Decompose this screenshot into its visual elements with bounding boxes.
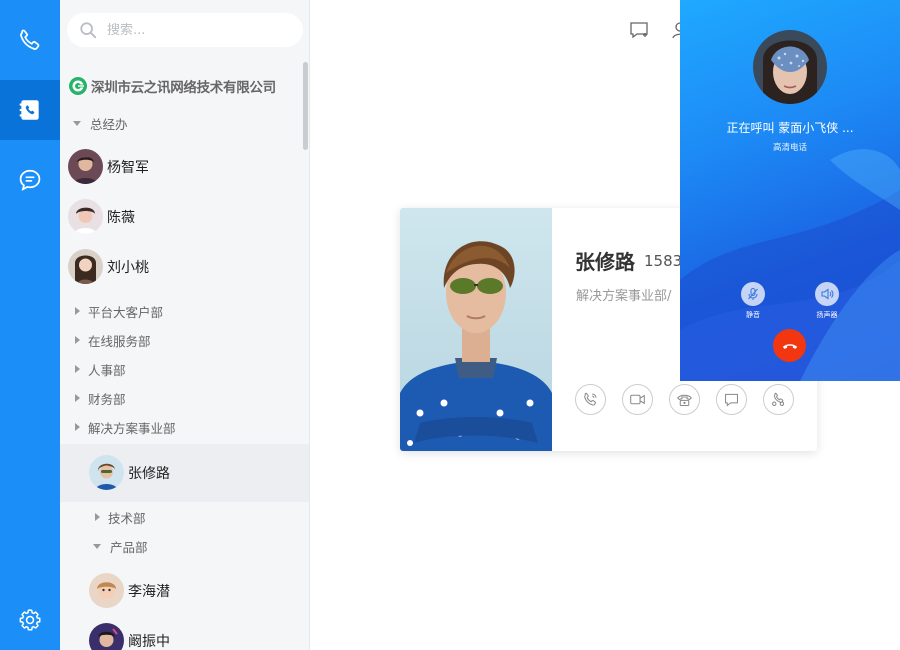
contact-dept: 解决方案事业部/ bbox=[576, 289, 672, 304]
video-call-icon bbox=[630, 394, 645, 405]
landline-icon bbox=[676, 394, 693, 406]
settings-button[interactable] bbox=[0, 590, 60, 650]
scrollbar[interactable] bbox=[303, 62, 308, 150]
nav-chat-button[interactable] bbox=[0, 150, 60, 210]
dept-label: 技术部 bbox=[108, 510, 146, 526]
hangup-button[interactable] bbox=[773, 329, 806, 362]
contact-item[interactable]: 陈薇 bbox=[68, 199, 135, 234]
collapsed-arrow-icon bbox=[95, 513, 100, 521]
collapsed-arrow-icon bbox=[75, 423, 80, 431]
speaker-button[interactable] bbox=[815, 282, 839, 306]
dept-item[interactable]: 解决方案事业部 bbox=[73, 417, 176, 437]
collapsed-arrow-icon bbox=[75, 307, 80, 315]
collapsed-arrow-icon bbox=[75, 336, 80, 344]
call-status: 正在呼叫 蒙面小飞侠 ... bbox=[726, 121, 854, 135]
contact-item[interactable]: 杨智军 bbox=[68, 149, 149, 184]
dept-label: 在线服务部 bbox=[88, 333, 151, 349]
dept-item[interactable]: 人事部 bbox=[73, 359, 126, 379]
speaker-icon bbox=[821, 288, 834, 300]
avatar bbox=[68, 149, 103, 184]
contact-name: 阚振中 bbox=[128, 633, 170, 650]
hangup-icon bbox=[782, 343, 797, 349]
search-icon bbox=[80, 22, 97, 39]
collapsed-arrow-icon bbox=[75, 365, 80, 373]
company-header: 深圳市云之讯网络技术有限公司 bbox=[68, 74, 276, 98]
message-icon bbox=[725, 393, 738, 407]
contacts-icon bbox=[19, 100, 39, 120]
nav-contacts-button[interactable] bbox=[0, 80, 60, 140]
mute-label: 静音 bbox=[746, 311, 760, 319]
speaker-label: 扬声器 bbox=[816, 311, 838, 319]
voice-call-icon bbox=[584, 392, 597, 406]
conference-icon bbox=[772, 392, 785, 406]
mute-icon bbox=[748, 287, 758, 300]
contact-name: 杨智军 bbox=[107, 159, 149, 176]
dept-label: 人事部 bbox=[88, 362, 126, 378]
contact-item[interactable]: 李海潜 bbox=[89, 573, 170, 608]
avatar bbox=[89, 455, 124, 490]
expanded-arrow-icon bbox=[93, 543, 101, 549]
video-call-button[interactable] bbox=[622, 384, 653, 415]
dept-label: 总经办 bbox=[90, 116, 128, 132]
subdept-item[interactable]: 技术部 bbox=[93, 507, 146, 527]
collapsed-arrow-icon bbox=[75, 394, 80, 402]
contact-photo bbox=[400, 208, 552, 451]
gear-icon bbox=[19, 609, 41, 631]
company-name: 深圳市云之讯网络技术有限公司 bbox=[91, 80, 276, 96]
contact-name: 李海潜 bbox=[128, 583, 170, 600]
conference-call-button[interactable] bbox=[763, 384, 794, 415]
contact-phone: 1583 bbox=[644, 252, 683, 270]
voice-call-button[interactable] bbox=[575, 384, 606, 415]
contacts-panel: 深圳市云之讯网络技术有限公司 总经办 杨智军 陈薇 刘小桃 平台大客户部 在线服… bbox=[60, 0, 310, 650]
card-actions bbox=[575, 384, 794, 415]
avatar bbox=[68, 199, 103, 234]
dept-label: 产品部 bbox=[110, 539, 148, 555]
contact-item[interactable]: 刘小桃 bbox=[68, 249, 149, 284]
nav-phone-button[interactable] bbox=[0, 10, 60, 70]
dept-item[interactable]: 平台大客户部 bbox=[73, 301, 163, 321]
contact-name: 张修路 bbox=[128, 465, 170, 482]
chat-icon bbox=[19, 169, 41, 191]
dept-item[interactable]: 财务部 bbox=[73, 388, 126, 408]
avatar bbox=[89, 623, 124, 650]
nav-rail bbox=[0, 0, 60, 650]
mute-button[interactable] bbox=[741, 282, 765, 306]
search-box[interactable] bbox=[67, 13, 303, 47]
phone-icon bbox=[20, 29, 40, 50]
contact-item[interactable]: 阚振中 bbox=[89, 623, 170, 650]
expanded-arrow-icon bbox=[73, 120, 81, 126]
company-logo bbox=[68, 76, 88, 96]
contact-name-title: 张修路 bbox=[575, 250, 635, 274]
dept-label: 解决方案事业部 bbox=[88, 420, 176, 436]
contact-name: 刘小桃 bbox=[107, 259, 149, 276]
call-quality-label: 高清电话 bbox=[772, 143, 807, 153]
outgoing-call-panel: 正在呼叫 蒙面小飞侠 ... 高清电话 静音 扬声器 bbox=[680, 0, 900, 381]
contact-name: 陈薇 bbox=[107, 209, 135, 226]
search-input[interactable] bbox=[107, 22, 287, 38]
dept-label: 财务部 bbox=[88, 391, 126, 407]
avatar bbox=[89, 573, 124, 608]
contact-item-selected[interactable]: 张修路 bbox=[89, 455, 170, 490]
dept-item[interactable]: 在线服务部 bbox=[73, 330, 151, 350]
new-message-icon[interactable] bbox=[629, 20, 649, 40]
dept-label: 平台大客户部 bbox=[88, 304, 164, 320]
avatar bbox=[68, 249, 103, 284]
landline-call-button[interactable] bbox=[669, 384, 700, 415]
subdept-item[interactable]: 产品部 bbox=[93, 536, 148, 556]
dept-general[interactable]: 总经办 bbox=[73, 113, 128, 133]
message-button[interactable] bbox=[716, 384, 747, 415]
caller-avatar bbox=[753, 30, 827, 104]
